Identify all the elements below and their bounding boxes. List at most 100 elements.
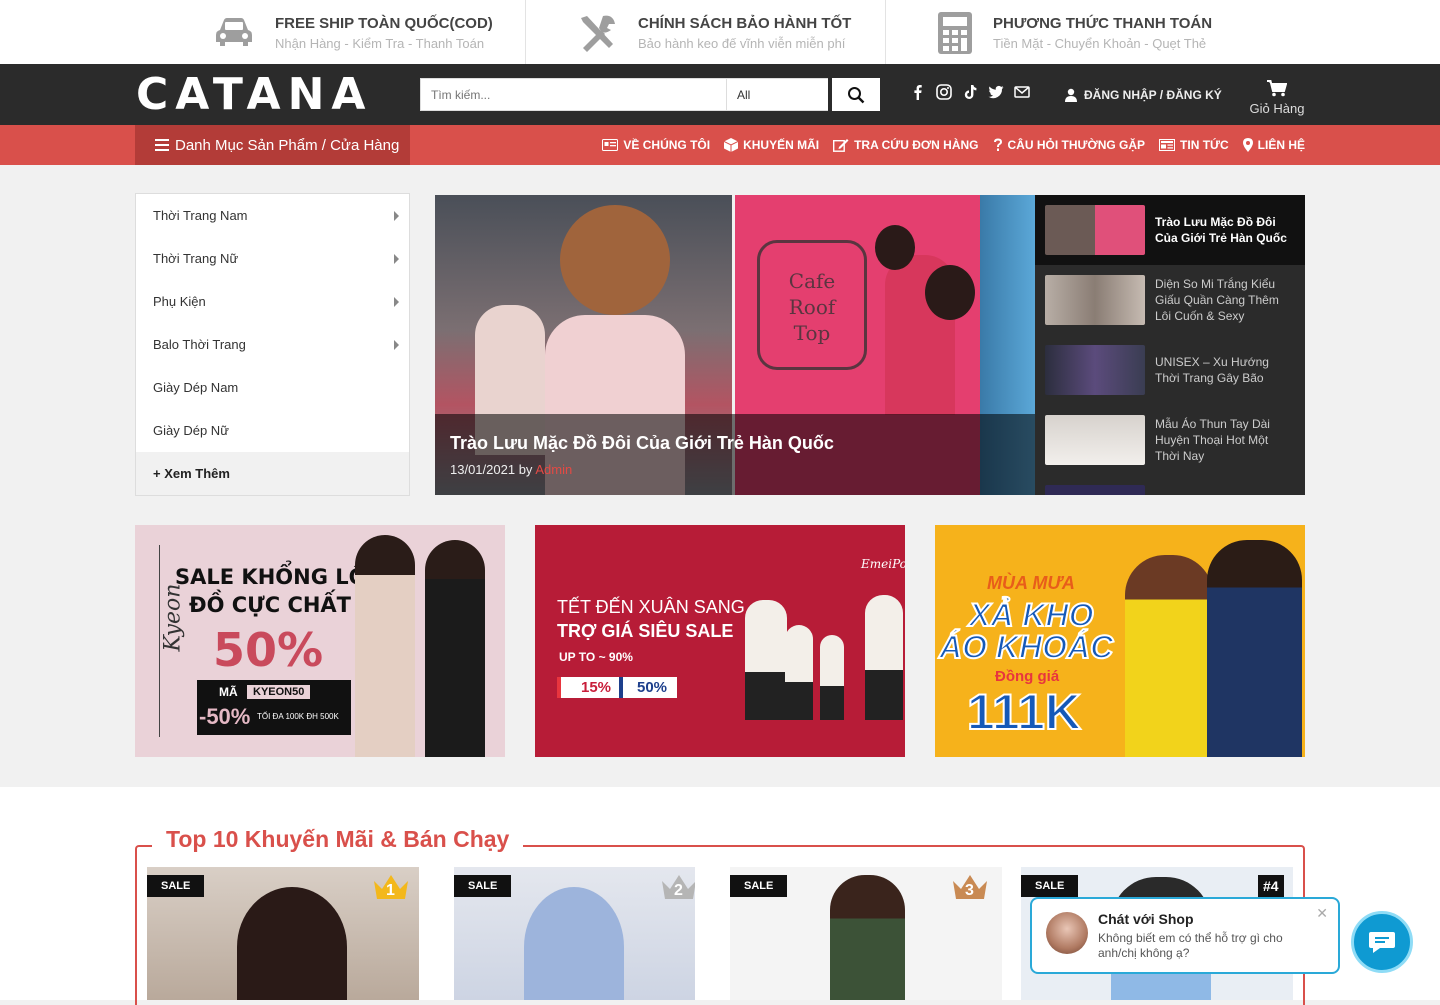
banner-code-label: MÃ [219, 685, 238, 699]
nav-menu: VỀ CHÚNG TÔI KHUYẾN MÃI TRA CỨU ĐƠN HÀNG… [602, 125, 1305, 165]
product-card[interactable]: SALE 3 [730, 867, 1002, 1000]
search-category-select[interactable]: All [727, 78, 828, 111]
banner-line1: MÙA MƯA [987, 573, 1075, 593]
post-item[interactable] [1035, 475, 1305, 495]
banner-code-box: MÃ KYEON50 -50% TỐI ĐA 100K ĐH 500K [197, 680, 351, 735]
map-marker-icon [1242, 138, 1253, 152]
sidebar-more-link[interactable]: + Xem Thêm [136, 452, 409, 495]
model-figure [865, 595, 903, 720]
banner-upto: UP TO ~ 90% [559, 650, 633, 664]
nav-item-promotions[interactable]: KHUYẾN MÃI [724, 138, 819, 152]
banner-percent: 50% [213, 623, 324, 677]
chevron-right-icon [394, 210, 399, 221]
banner-price: 111K [966, 683, 1082, 741]
search-button[interactable] [832, 78, 880, 111]
sidebar-item-men-fashion[interactable]: Thời Trang Nam [136, 194, 409, 237]
search-icon [848, 86, 865, 103]
nav-item-order-lookup[interactable]: TRA CỨU ĐƠN HÀNG [833, 138, 979, 152]
post-item[interactable]: Mẫu Áo Thun Tay Dài Huyện Thoại Hot Một … [1035, 405, 1305, 475]
chat-popup[interactable]: Chát với Shop Không biết em có thể hỗ tr… [1030, 897, 1340, 974]
product-image [830, 875, 905, 1000]
category-menu-button[interactable]: Danh Mục Sản Phẩm / Cửa Hàng [135, 125, 410, 165]
user-icon [1065, 88, 1077, 102]
promo-banners: Kyeon SALE KHỔNG LỒ ĐỒ CỰC CHẤT 50% MÃ K… [135, 525, 1305, 757]
instagram-icon[interactable] [936, 84, 952, 100]
sidebar-item-label: Thời Trang Nữ [153, 251, 239, 266]
search-input[interactable] [420, 78, 727, 111]
post-item[interactable]: Trào Lưu Mặc Đồ Đôi Của Giới Trẻ Hàn Quố… [1035, 195, 1305, 265]
banner-emeipo[interactable]: EmeiPo TẾT ĐẾN XUÂN SANG TRỢ GIÁ SIÊU SA… [535, 525, 905, 757]
product-card[interactable]: SALE 2 [454, 867, 695, 1000]
category-menu-label: Danh Mục Sản Phẩm / Cửa Hàng [175, 136, 400, 154]
sale-badge: SALE [730, 875, 788, 897]
post-title: Mẫu Áo Thun Tay Dài Huyện Thoại Hot Một … [1155, 417, 1270, 463]
slide-by: by [518, 462, 533, 477]
banner-line3: ÁO KHOÁC [938, 628, 1114, 666]
cart-link[interactable]: Giỏ Hàng [1248, 80, 1306, 116]
rank-number: 2 [674, 882, 683, 899]
login-register-link[interactable]: ĐĂNG NHẬP / ĐĂNG KÝ [1064, 88, 1222, 102]
login-label: ĐĂNG NHẬP / ĐĂNG KÝ [1084, 88, 1222, 102]
facebook-icon[interactable] [910, 84, 926, 100]
post-title: Trào Lưu Mặc Đồ Đôi Của Giới Trẻ Hàn Quố… [1155, 215, 1287, 245]
slide-author-link[interactable]: Admin [535, 462, 572, 477]
info-subtitle: Nhận Hàng - Kiểm Tra - Thanh Toán [275, 36, 485, 51]
banner-kyeon[interactable]: Kyeon SALE KHỔNG LỒ ĐỒ CỰC CHẤT 50% MÃ K… [135, 525, 505, 757]
chat-button[interactable] [1351, 911, 1413, 973]
sidebar-item-label: Phụ Kiện [153, 294, 206, 309]
sale-badge: SALE [147, 875, 205, 897]
nav-item-about[interactable]: VỀ CHÚNG TÔI [602, 138, 710, 152]
post-thumbnail [1045, 275, 1145, 325]
product-card[interactable]: SALE 1 [147, 867, 419, 1000]
twitter-icon[interactable] [988, 84, 1004, 100]
sale-badge: SALE [1021, 875, 1079, 897]
tiktok-icon[interactable] [962, 84, 978, 100]
avatar [1046, 912, 1088, 954]
cart-icon [1267, 80, 1288, 97]
nav-item-faq[interactable]: CÂU HỎI THƯỜNG GẶP [993, 138, 1146, 152]
top-info-strip: FREE SHIP TOÀN QUỐC(COD) Nhận Hàng - Kiể… [0, 0, 1440, 64]
menu-icon [155, 139, 169, 151]
post-item[interactable]: Diện So Mi Trắng Kiểu Giấu Quần Càng Thê… [1035, 265, 1305, 335]
post-thumbnail [1045, 485, 1145, 495]
nav-item-contact[interactable]: LIÊN HỆ [1242, 138, 1305, 152]
main-nav: Danh Mục Sản Phẩm / Cửa Hàng VỀ CHÚNG TÔ… [0, 125, 1440, 165]
sidebar-item-women-fashion[interactable]: Thời Trang Nữ [136, 237, 409, 280]
main-header: CATANA All ĐĂNG NHẬP / ĐĂNG KÝ Giỏ Hàng [0, 64, 1440, 125]
info-subtitle: Tiền Mặt - Chuyển Khoản - Quẹt Thẻ [993, 36, 1207, 51]
site-logo[interactable]: CATANA [136, 73, 372, 117]
sidebar-item-men-shoes[interactable]: Giày Dép Nam [136, 366, 409, 409]
newspaper-icon [1159, 139, 1176, 151]
info-subtitle: Bảo hành keo đế vĩnh viễn miễn phí [638, 36, 846, 51]
tools-icon [577, 12, 619, 59]
model-figure [1125, 555, 1213, 757]
slide-meta: 13/01/2021 by Admin [450, 462, 1020, 477]
banner-jacket-sale[interactable]: MÙA MƯA XẢ KHO ÁO KHOÁC Đồng giá 111K [935, 525, 1305, 757]
model-figure [425, 540, 485, 757]
question-icon [993, 138, 1002, 151]
sidebar-item-label: Giày Dép Nam [153, 380, 239, 395]
sidebar-item-label: Thời Trang Nam [153, 208, 248, 223]
info-free-ship: FREE SHIP TOÀN QUỐC(COD) Nhận Hàng - Kiể… [275, 15, 493, 51]
post-thumbnail [1045, 415, 1145, 465]
close-icon[interactable]: ✕ [1316, 905, 1328, 922]
banner-value-2: 50% [619, 677, 678, 698]
chat-message: Không biết em có thể hỗ trợ gì cho anh/c… [1098, 931, 1283, 960]
email-icon[interactable] [1014, 84, 1030, 100]
info-warranty: CHÍNH SÁCH BẢO HÀNH TỐT Bảo hành keo đế … [638, 15, 851, 51]
category-sidebar: Thời Trang Nam Thời Trang Nữ Phụ Kiện Ba… [135, 193, 410, 496]
info-title: FREE SHIP TOÀN QUỐC(COD) [275, 15, 493, 32]
nav-item-news[interactable]: TIN TỨC [1159, 138, 1229, 152]
sidebar-item-women-shoes[interactable]: Giày Dép Nữ [136, 409, 409, 452]
post-item[interactable]: UNISEX – Xu Hướng Thời Trang Gây Bão [1035, 335, 1305, 405]
crown-icon: 2 [660, 873, 695, 903]
sidebar-item-accessories[interactable]: Phụ Kiện [136, 280, 409, 323]
sidebar-item-backpacks[interactable]: Balo Thời Trang [136, 323, 409, 366]
nav-label: CÂU HỎI THƯỜNG GẶP [1007, 138, 1146, 152]
id-card-icon [602, 139, 619, 151]
chevron-right-icon [394, 253, 399, 264]
banner-line2: ĐỒ CỰC CHẤT [189, 593, 352, 617]
slide-title[interactable]: Trào Lưu Mặc Đồ Đôi Của Giới Trẻ Hàn Quố… [450, 433, 1020, 454]
featured-post-slider[interactable]: Cafe Roof Top Trào Lưu Mặc Đồ Đôi Của Gi… [435, 195, 1035, 495]
banner-note: TỐI ĐA 100K ĐH 500K [257, 712, 339, 721]
